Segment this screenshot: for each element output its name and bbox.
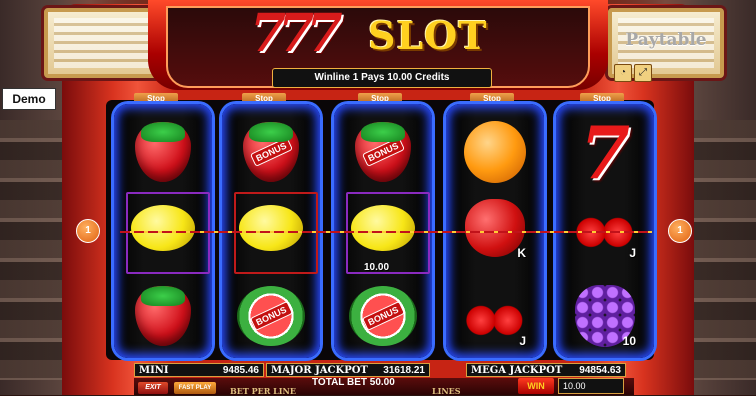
winline-marker-left[interactable]: 1 <box>76 219 100 243</box>
winning-symbol-highlight <box>234 192 318 274</box>
bonus-tag: BONUS <box>249 301 293 331</box>
cherry-icon: J <box>454 280 536 352</box>
exit-button[interactable]: EXIT <box>138 382 168 394</box>
autoplay-icon[interactable]: ◔ <box>614 64 632 82</box>
symbol-card-letter: J <box>629 246 636 260</box>
win-amount: 10.00 <box>364 262 390 273</box>
mega-jackpot-label: MEGA JACKPOT <box>471 365 563 376</box>
total-bet-label: TOTAL BET <box>312 377 367 388</box>
strawberry-icon <box>122 280 204 352</box>
watermelon-icon: BONUS <box>230 280 312 352</box>
winline-1 <box>120 231 652 233</box>
apple-icon: K <box>454 192 536 264</box>
strawberry-icon: BONUS <box>342 116 424 188</box>
total-bet-value: 50.00 <box>369 377 395 388</box>
logo-777: 777 <box>250 3 343 64</box>
strawberry-icon <box>122 116 204 188</box>
major-jackpot-value: 31618.21 <box>383 365 425 376</box>
symbol-card-letter: 10 <box>622 334 636 348</box>
symbol-card-letter: J <box>519 334 526 348</box>
mini-jackpot: MINI JACKPOT 9485.46 <box>134 363 264 390</box>
total-bet: TOTAL BET 50.00 <box>312 377 395 388</box>
mini-jackpot-value: 9485.46 <box>222 365 259 376</box>
paytable-label: Paytable <box>625 30 707 50</box>
cherry-icon: J <box>564 192 646 264</box>
logo-slot: SLOT <box>368 13 488 58</box>
seven-icon: 7 <box>579 109 631 195</box>
grape-icon: 10 <box>564 280 646 352</box>
win-label: WIN <box>518 378 554 394</box>
mega-jackpot: MEGA JACKPOT 94854.63 <box>466 363 626 377</box>
watermelon-icon: BONUS <box>342 280 424 352</box>
orange-icon <box>454 116 536 188</box>
fullscreen-icon[interactable]: ⤢ <box>634 64 652 82</box>
winning-symbol-highlight <box>126 192 210 274</box>
bonus-tag: BONUS <box>361 137 405 167</box>
win-message: Winline 1 Pays 10.00 Credits <box>272 68 492 88</box>
mini-jackpot-label: MINI JACKPOT <box>139 365 192 390</box>
major-jackpot: MAJOR JACKPOT 31618.21 <box>266 363 430 377</box>
strawberry-icon: BONUS <box>230 116 312 188</box>
major-jackpot-label: MAJOR JACKPOT <box>271 365 368 376</box>
cabinet-lightbox-left <box>44 8 160 78</box>
bonus-tag: BONUS <box>249 137 293 167</box>
winline-marker-right[interactable]: 1 <box>668 219 692 243</box>
win-value: 10.00 <box>558 378 624 394</box>
mega-jackpot-value: 94854.63 <box>579 365 621 376</box>
bonus-tag: BONUS <box>361 301 405 331</box>
fast-play-button[interactable]: FAST PLAY <box>174 382 216 394</box>
demo-badge: Demo <box>2 88 56 110</box>
symbol-card-letter: K <box>517 246 526 260</box>
